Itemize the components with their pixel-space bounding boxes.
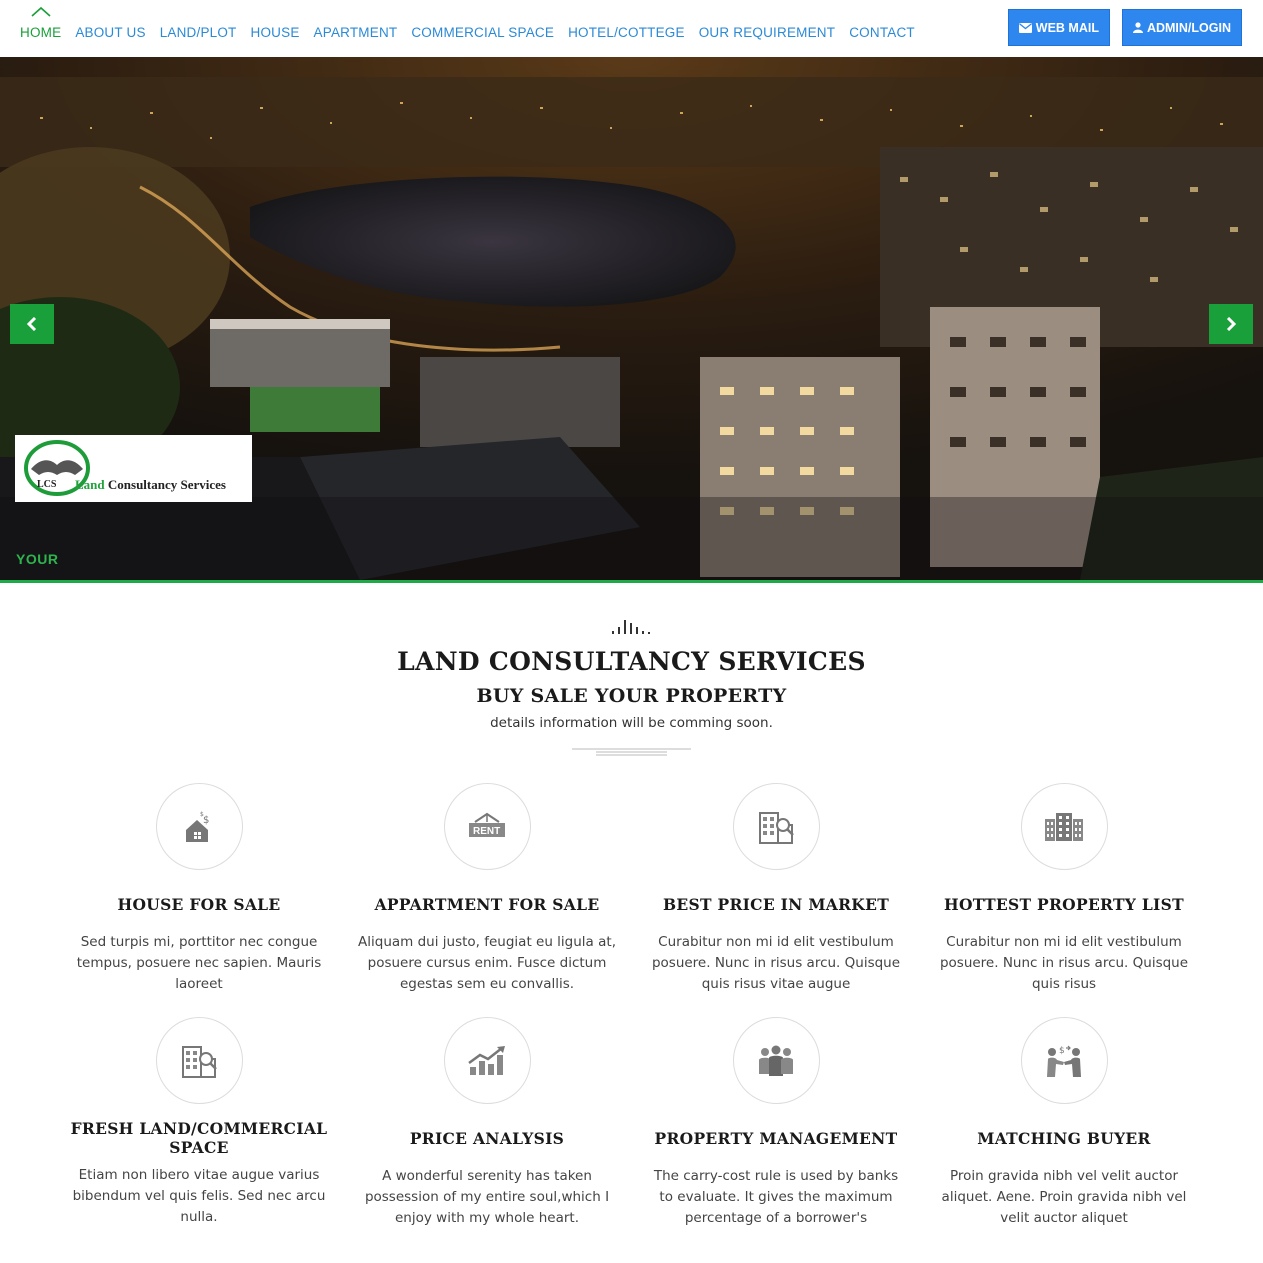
service-icon-circle: [1020, 783, 1108, 870]
nav-land-plot[interactable]: LAND/PLOT: [153, 25, 244, 40]
slider-prev-button[interactable]: [10, 304, 54, 344]
nav-hotel-cottege[interactable]: HOTEL/COTTEGE: [561, 25, 692, 40]
service-text: Etiam non libero vitae augue varius bibe…: [72, 1167, 326, 1225]
service-icon-circle: $ $: [155, 783, 243, 870]
web-mail-button[interactable]: WEB MAIL: [1007, 9, 1110, 46]
service-card-fresh-land: FRESH LAND/COMMERCIAL SPACE Etiam non li…: [64, 1017, 334, 1228]
logo-land-text: Land: [75, 477, 105, 492]
service-title: PROPERTY MANAGEMENT: [654, 1129, 898, 1148]
service-title: FRESH LAND/COMMERCIAL SPACE: [70, 1119, 328, 1157]
nav-home[interactable]: HOME: [13, 6, 68, 40]
envelope-icon: [1018, 22, 1032, 33]
logo-initials: LCS: [37, 479, 57, 490]
svg-text:$: $: [200, 811, 204, 818]
svg-text:$: $: [1059, 1046, 1065, 1056]
svg-text:$: $: [203, 815, 209, 826]
service-title: HOTTEST PROPERTY LIST: [944, 895, 1184, 914]
building-search-icon: [182, 1045, 217, 1078]
service-text: A wonderful serenity has taken possessio…: [364, 1168, 610, 1226]
logo-wordmark: Land Consultancy Services: [75, 477, 226, 493]
nav-contact[interactable]: CONTACT: [842, 25, 922, 40]
nav-about-us[interactable]: ABOUT US: [68, 25, 152, 40]
service-text: Curabitur non mi id elit vestibulum posu…: [939, 934, 1189, 992]
nav-home-label: HOME: [20, 25, 62, 40]
service-icon-circle: [732, 783, 820, 870]
service-icon-circle: [732, 1017, 820, 1104]
chevron-left-icon: [26, 317, 37, 331]
section-divider: [572, 748, 691, 756]
service-card-hottest-property: HOTTEST PROPERTY LIST Curabitur non mi i…: [929, 783, 1199, 995]
service-text: Curabitur non mi id elit vestibulum posu…: [651, 934, 901, 992]
hero-slider: LCS Land Consultancy Services YOUR: [0, 57, 1263, 580]
nav-apartment[interactable]: APARTMENT: [307, 25, 405, 40]
nav-commercial-space[interactable]: COMMERCIAL SPACE: [404, 25, 561, 40]
admin-login-button[interactable]: ADMIN/LOGIN: [1121, 9, 1242, 46]
buildings-icon: [1045, 812, 1083, 841]
user-icon: [1132, 22, 1143, 33]
service-icon-circle: [443, 1017, 531, 1104]
building-search-icon: [759, 811, 794, 844]
section-description: details information will be comming soon…: [490, 715, 773, 731]
logo-rest-text: Consultancy Services: [107, 477, 226, 492]
web-mail-label: WEB MAIL: [1035, 20, 1099, 35]
service-card-appartment-for-sale: RENT APPARTMENT FOR SALE Aliquam dui jus…: [352, 783, 622, 995]
service-title: APPARTMENT FOR SALE: [374, 895, 600, 914]
service-icon-circle: [155, 1017, 243, 1104]
service-card-price-analysis: PRICE ANALYSIS A wonderful serenity has …: [352, 1017, 622, 1229]
equalizer-bars-icon: [612, 620, 650, 634]
handshake-deal-icon: $: [1047, 1045, 1081, 1077]
service-icon-circle: RENT: [443, 783, 531, 870]
section-subtitle: BUY SALE YOUR PROPERTY: [476, 685, 787, 707]
home-roof-icon: [31, 6, 51, 17]
service-title: MATCHING BUYER: [977, 1129, 1151, 1148]
top-navbar: HOME ABOUT US LAND/PLOT HOUSE APARTMENT …: [0, 0, 1263, 57]
main-nav: HOME ABOUT US LAND/PLOT HOUSE APARTMENT …: [13, 0, 922, 57]
section-title: LAND CONSULTANCY SERVICES: [397, 647, 866, 676]
service-title: PRICE ANALYSIS: [409, 1129, 565, 1148]
service-card-house-for-sale: $ $ HOUSE FOR SALE Sed turpis mi, portti…: [64, 783, 334, 995]
chevron-right-icon: [1226, 317, 1237, 331]
service-text: Proin gravida nibh vel velit auctor aliq…: [941, 1168, 1187, 1226]
people-group-icon: [759, 1045, 793, 1076]
service-icon-circle: $: [1020, 1017, 1108, 1104]
service-text: Aliquam dui justo, feugiat eu ligula at,…: [358, 934, 616, 992]
service-title: BEST PRICE IN MARKET: [662, 895, 890, 914]
slider-next-button[interactable]: [1209, 304, 1253, 344]
svg-text:RENT: RENT: [473, 826, 500, 837]
house-dollar-icon: $ $: [186, 811, 209, 842]
nav-our-requirement[interactable]: OUR REQUIREMENT: [692, 25, 843, 40]
rent-sign-icon: RENT: [469, 812, 505, 837]
chart-growth-icon: [468, 1045, 505, 1075]
service-card-best-price: BEST PRICE IN MARKET Curabitur non mi id…: [641, 783, 911, 995]
nav-buttons: WEB MAIL ADMIN/LOGIN: [1007, 9, 1242, 46]
service-card-matching-buyer: $ MATCHING BUYER Proin gravida nibh vel …: [929, 1017, 1199, 1229]
hero-bottom-border: [0, 580, 1263, 583]
service-text: The carry-cost rule is used by banks to …: [653, 1168, 899, 1226]
service-card-property-management: PROPERTY MANAGEMENT The carry-cost rule …: [641, 1017, 911, 1229]
nav-house[interactable]: HOUSE: [244, 25, 307, 40]
hero-caption: YOUR: [16, 551, 59, 567]
service-title: HOUSE FOR SALE: [117, 895, 281, 914]
admin-login-label: ADMIN/LOGIN: [1146, 20, 1231, 35]
company-logo: LCS Land Consultancy Services: [15, 435, 252, 502]
service-text: Sed turpis mi, porttitor nec congue temp…: [76, 934, 322, 992]
